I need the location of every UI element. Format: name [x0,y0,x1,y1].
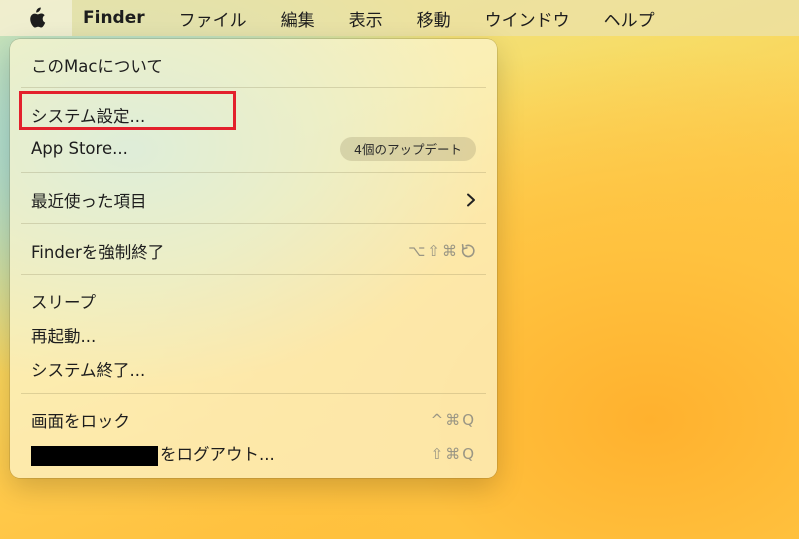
updates-badge: 4個のアップデート [340,136,476,161]
apple-menu-button[interactable] [0,0,72,36]
menu-item-label: システム終了... [31,360,146,380]
menu-item-logout[interactable]: をログアウト... ⇧⌘Q [21,437,486,470]
menu-separator [21,393,486,394]
menu-item-label: App Store... [31,139,128,158]
menubar-help[interactable]: ヘルプ [604,6,655,31]
logout-shortcut: ⇧⌘Q [430,444,476,463]
menu-item-restart[interactable]: 再起動... [21,318,486,351]
menu-separator [21,223,486,224]
menu-item-label: Finderを強制終了 [31,242,165,262]
menubar-file[interactable]: ファイル [179,6,247,31]
menu-item-app-store[interactable]: App Store... 4個のアップデート [21,132,486,165]
menu-item-sleep[interactable]: スリープ [21,284,486,317]
menu-item-label: 再起動... [31,326,97,346]
menu-item-recent-items[interactable]: 最近使った項目 [21,183,486,216]
annotation-highlight-box [19,91,236,130]
menu-item-shutdown[interactable]: システム終了... [21,352,486,385]
menu-item-lock-screen[interactable]: 画面をロック ^⌘Q [21,403,486,436]
apple-logo-icon [30,7,46,28]
menu-item-force-quit[interactable]: Finderを強制終了 ⌥⇧⌘ [21,234,486,267]
menu-item-label: このMacについて [31,56,163,76]
menubar-window[interactable]: ウインドウ [485,6,570,31]
menu-bar: Finder ファイル 編集 表示 移動 ウインドウ ヘルプ [0,0,799,36]
lock-screen-shortcut: ^⌘Q [430,410,476,429]
menu-item-label: をログアウト... [31,441,275,466]
force-quit-shortcut: ⌥⇧⌘ [408,241,459,260]
chevron-right-icon [467,193,475,206]
menu-separator [21,274,486,275]
redacted-username [31,445,158,466]
menu-item-label: 最近使った項目 [31,191,147,211]
menu-item-label: スリープ [31,292,97,312]
menu-separator [21,87,486,88]
logout-label: をログアウト... [160,445,275,465]
power-refresh-icon [461,243,475,257]
menubar-edit[interactable]: 編集 [281,6,315,31]
menu-item-about-this-mac[interactable]: このMacについて [21,48,486,81]
menu-separator [21,172,486,173]
menubar-app-name[interactable]: Finder [83,8,145,28]
menubar-view[interactable]: 表示 [349,6,383,31]
menubar-go[interactable]: 移動 [417,6,451,31]
menu-item-label: 画面をロック [31,411,130,431]
